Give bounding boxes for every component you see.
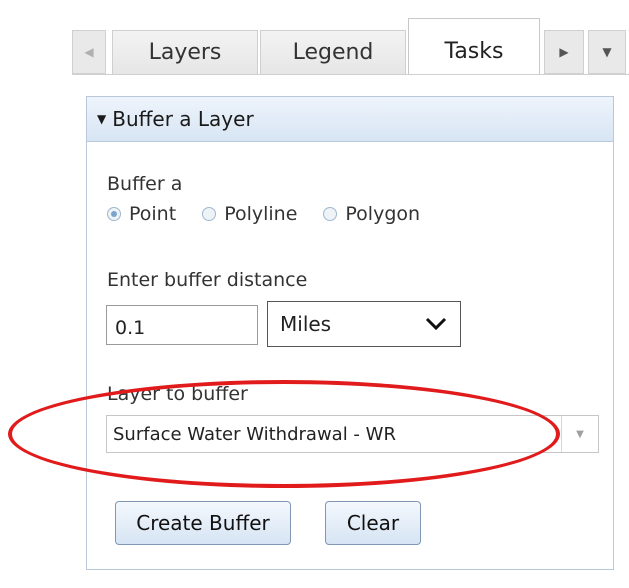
unit-select[interactable]: Miles (267, 301, 461, 347)
scroll-right-button[interactable]: ▶ (544, 30, 584, 74)
radio-polyline-input[interactable] (202, 207, 217, 221)
tab-strip-border (72, 74, 629, 75)
chevron-down-icon (425, 317, 447, 331)
scroll-left-button[interactable]: ◀ (72, 30, 106, 74)
layer-select-value: Surface Water Withdrawal - WR (113, 423, 396, 445)
radio-polyline-label: Polyline (224, 203, 298, 225)
radio-point-input[interactable] (107, 207, 121, 221)
radio-polygon[interactable]: Polygon (323, 203, 420, 225)
chevron-left-icon: ◀ (84, 45, 94, 59)
collapse-caret-icon: ▼ (97, 112, 107, 126)
layer-label: Layer to buffer (107, 383, 248, 405)
distance-label: Enter buffer distance (107, 269, 308, 291)
radio-point-label: Point (129, 203, 177, 225)
tab-strip: ◀ Layers Legend Tasks ▶ ▼ (72, 18, 629, 74)
tab-layers[interactable]: Layers (112, 30, 258, 74)
chevron-down-icon: ▼ (602, 45, 612, 59)
dropdown-arrow-icon[interactable]: ▼ (561, 416, 598, 452)
panel-title: Buffer a Layer (112, 107, 254, 131)
chevron-right-icon: ▶ (559, 45, 569, 59)
panel-header[interactable]: ▼ Buffer a Layer (87, 97, 613, 142)
radio-polygon-label: Polygon (345, 203, 421, 225)
buffer-type-label: Buffer a (107, 173, 183, 195)
tab-tasks[interactable]: Tasks (408, 18, 540, 74)
radio-polygon-input[interactable] (323, 207, 338, 221)
radio-polyline[interactable]: Polyline (202, 203, 297, 225)
buffer-panel: ▼ Buffer a Layer Buffer a Point Polyline… (86, 96, 614, 570)
tab-legend[interactable]: Legend (260, 30, 406, 74)
create-buffer-button[interactable]: Create Buffer (115, 501, 291, 545)
clear-button[interactable]: Clear (325, 501, 421, 545)
buffer-distance-input[interactable]: 0.1 (106, 305, 258, 345)
layer-select[interactable]: Surface Water Withdrawal - WR ▼ (106, 415, 599, 453)
tab-menu-button[interactable]: ▼ (588, 30, 626, 74)
unit-select-value: Miles (280, 312, 332, 336)
geometry-radio-group: Point Polyline Polygon (107, 203, 446, 225)
radio-point[interactable]: Point (107, 203, 176, 225)
